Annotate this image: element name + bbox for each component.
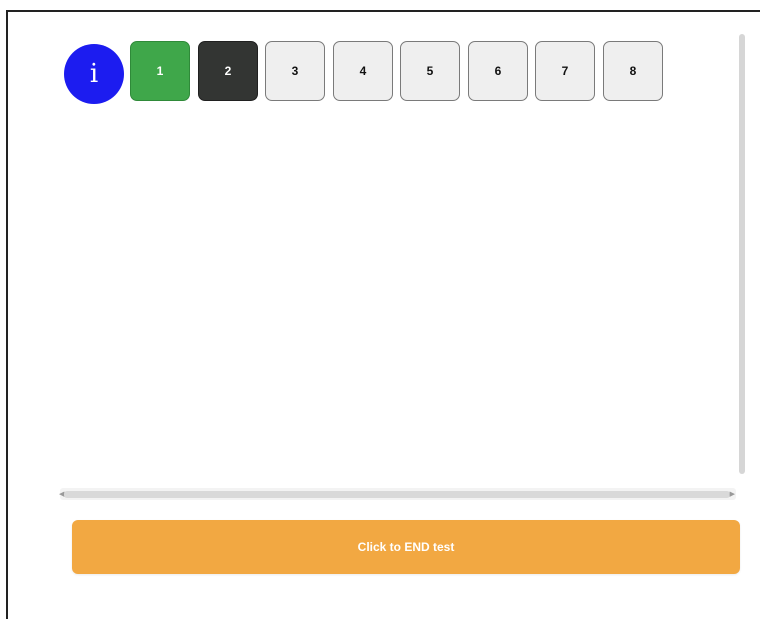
end-test-label: Click to END test — [357, 540, 455, 554]
question-button-2[interactable]: 2 — [198, 41, 258, 101]
horizontal-scrollbar[interactable]: ◀ ▶ — [59, 488, 736, 500]
question-button-6[interactable]: 6 — [468, 41, 528, 101]
end-test-button[interactable]: Click to END test — [72, 520, 740, 574]
question-button-7[interactable]: 7 — [535, 41, 595, 101]
question-button-8[interactable]: 8 — [603, 41, 663, 101]
question-button-5[interactable]: 5 — [400, 41, 460, 101]
info-button[interactable]: i — [64, 44, 124, 104]
question-button-3[interactable]: 3 — [265, 41, 325, 101]
vertical-scroll-thumb[interactable] — [739, 34, 745, 474]
info-icon: i — [89, 59, 99, 89]
question-button-4[interactable]: 4 — [333, 41, 393, 101]
vertical-scrollbar[interactable] — [737, 34, 749, 480]
scroll-right-arrow-icon[interactable]: ▶ — [730, 490, 735, 498]
horizontal-scroll-thumb[interactable] — [64, 491, 730, 498]
question-button-1[interactable]: 1 — [130, 41, 190, 101]
